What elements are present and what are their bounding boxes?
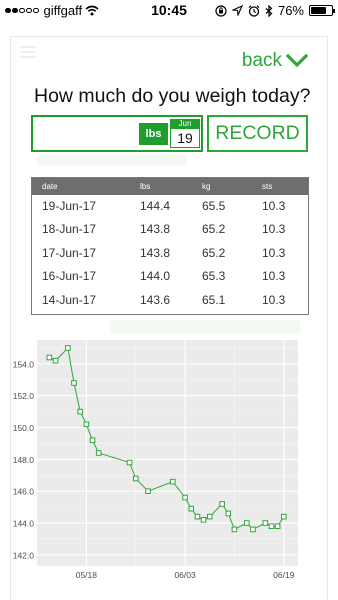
cell-lbs: 143.8 <box>140 222 171 237</box>
cell-kg: 65.2 <box>202 245 226 260</box>
cell-date: 17-Jun-17 <box>42 245 97 260</box>
data-point <box>71 380 77 386</box>
data-point <box>65 345 71 351</box>
y-tick-label: 146.0 <box>13 487 35 497</box>
y-tick-label: 150.0 <box>13 423 35 433</box>
back-label: back <box>241 50 282 71</box>
data-point <box>281 513 287 520</box>
weight-chart: 142.0 144.0 146.0 148.0 150.0 152.0 154.0 05/18… <box>10 336 328 590</box>
back-button[interactable]: back <box>242 50 308 72</box>
data-point <box>243 520 250 526</box>
data-point <box>83 421 90 428</box>
data-point <box>132 475 139 482</box>
status-bar: giffgaff 10:45 76% <box>0 0 338 22</box>
weight-history-table: date lbs kg sts 19-Jun-17 144.4 65.5 10.… <box>31 177 309 315</box>
cell-lbs: 144.0 <box>140 269 171 284</box>
data-point <box>188 505 195 512</box>
battery-icon <box>309 5 335 16</box>
data-point <box>250 526 256 533</box>
header-sts: sts <box>262 182 273 191</box>
weight-chart-svg: 142.0 144.0 146.0 148.0 150.0 152.0 154.0 05/18… <box>13 340 298 580</box>
cell-date: 19-Jun-17 <box>42 199 97 213</box>
data-point <box>145 488 151 494</box>
cell-kg: 65.1 <box>202 292 226 307</box>
cell-date: 18-Jun-17 <box>42 222 97 237</box>
y-tick-label: 142.0 <box>13 550 35 560</box>
table-row[interactable]: 14-Jun-17 143.6 65.1 10.3 <box>32 289 308 312</box>
y-tick-label: 144.0 <box>13 519 35 529</box>
x-tick-label: 06/19 <box>273 570 295 580</box>
data-point <box>219 501 225 507</box>
divider <box>37 154 187 166</box>
table-row[interactable]: 16-Jun-17 144.0 65.3 10.3 <box>32 265 308 288</box>
weight-input[interactable] <box>35 119 135 148</box>
cell-sts: 10.3 <box>262 199 286 213</box>
record-button[interactable]: RECORD <box>207 115 308 152</box>
x-tick-label: 05/18 <box>76 570 98 580</box>
header-kg: kg <box>202 182 211 191</box>
battery-level <box>311 7 327 14</box>
data-point <box>182 494 188 501</box>
data-point <box>200 517 207 523</box>
cell-lbs: 144.4 <box>140 199 171 213</box>
cell-sts: 10.3 <box>262 292 286 307</box>
menu-icon[interactable] <box>20 46 36 58</box>
data-point <box>225 510 232 517</box>
data-point <box>89 437 96 444</box>
cell-sts: 10.3 <box>262 269 286 284</box>
data-point <box>52 357 59 364</box>
cell-kg: 65.2 <box>202 222 226 237</box>
battery-percent: 76% <box>277 3 304 18</box>
divider <box>110 320 300 334</box>
data-point <box>46 354 53 361</box>
weight-entry: lbs Jun 19 <box>31 115 203 152</box>
plot-background <box>37 340 298 566</box>
cell-date: 16-Jun-17 <box>42 269 97 284</box>
header-date: date <box>42 182 58 191</box>
alarm-icon <box>248 4 260 17</box>
status-bar-right: 76% <box>215 3 335 18</box>
data-point <box>77 408 83 415</box>
data-point <box>206 513 213 520</box>
location-arrow-icon <box>231 5 243 16</box>
orientation-lock-icon <box>215 4 227 17</box>
page-title: How much do you weigh today? <box>34 85 311 107</box>
x-tick-label: 06/03 <box>174 570 196 580</box>
y-tick-label: 148.0 <box>13 455 35 465</box>
table-row[interactable]: 19-Jun-17 144.4 65.5 10.3 <box>32 195 308 218</box>
cell-date: 14-Jun-17 <box>42 292 97 307</box>
cell-kg: 65.3 <box>202 269 226 284</box>
data-point <box>169 478 176 485</box>
table-row[interactable]: 17-Jun-17 143.8 65.2 10.3 <box>32 242 308 265</box>
cell-lbs: 143.8 <box>140 245 171 260</box>
header-lbs: lbs <box>140 182 151 191</box>
y-tick-label: 152.0 <box>13 391 35 401</box>
cell-lbs: 143.6 <box>140 292 171 307</box>
cell-sts: 10.3 <box>262 222 286 237</box>
data-point <box>95 450 102 456</box>
cell-sts: 10.3 <box>262 245 286 260</box>
y-tick-label: 154.0 <box>13 359 35 369</box>
date-day: 19 <box>170 129 200 148</box>
unit-toggle-button[interactable]: lbs <box>139 123 168 145</box>
date-month: Jun <box>170 119 200 129</box>
chevron-down-icon <box>286 54 308 68</box>
data-point <box>274 523 281 530</box>
table-row[interactable]: 18-Jun-17 143.8 65.2 10.3 <box>32 218 308 241</box>
data-point <box>194 513 201 520</box>
data-point <box>262 520 269 526</box>
cell-kg: 65.5 <box>202 199 226 213</box>
bluetooth-icon <box>265 4 273 17</box>
data-point <box>231 526 238 533</box>
data-point <box>268 523 275 530</box>
table-header: date lbs kg sts <box>32 178 308 195</box>
date-picker-button[interactable]: Jun 19 <box>170 119 200 148</box>
data-point <box>126 459 133 466</box>
